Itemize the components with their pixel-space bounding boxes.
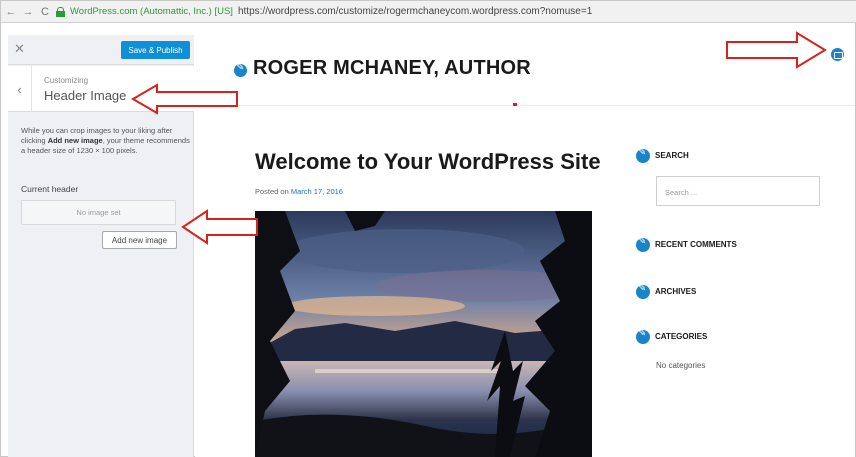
- help-text: While you can crop images to your liking…: [21, 126, 191, 156]
- red-mark: [513, 103, 517, 106]
- section-header: ‹ Customizing Header Image: [8, 66, 194, 112]
- pencil-icon[interactable]: [636, 283, 650, 299]
- lake-sunset-photo: [255, 211, 592, 457]
- url-field[interactable]: https://wordpress.com/customize/rogermch…: [238, 6, 592, 17]
- browser-address-bar: ← → C WordPress.com (Automattic, Inc.) […: [1, 1, 856, 23]
- pencil-icon[interactable]: [636, 236, 650, 252]
- customizer-top-bar: ✕ Save & Publish: [8, 35, 194, 65]
- post-meta: Posted on March 17, 2016: [255, 187, 343, 196]
- search-placeholder: Search ...: [665, 188, 698, 197]
- site-preview: ROGER MCHANEY, AUTHOR Welcome to Your Wo…: [195, 35, 855, 457]
- site-title: ROGER MCHANEY, AUTHOR: [253, 57, 531, 79]
- post-title: Welcome to Your WordPress Site: [255, 149, 601, 174]
- customizer-sidebar: ✕ Save & Publish ‹ Customizing Header Im…: [8, 35, 194, 457]
- sidebar-widgets: SEARCH Search ... RECENT COMMENTS ARCHIV…: [636, 35, 851, 457]
- post-date-link[interactable]: March 17, 2016: [291, 187, 343, 196]
- section-title: Header Image: [44, 88, 127, 103]
- back-arrow-icon[interactable]: ←: [5, 6, 17, 18]
- screenshot-frame: ← → C WordPress.com (Automattic, Inc.) […: [0, 0, 856, 457]
- search-widget-title: SEARCH: [655, 151, 689, 160]
- pencil-icon[interactable]: [636, 328, 650, 344]
- categories-title: CATEGORIES: [655, 332, 708, 341]
- featured-image: [255, 211, 592, 457]
- header-image-placeholder: No image set: [21, 200, 176, 225]
- pencil-icon[interactable]: [234, 62, 247, 77]
- posted-on-label: Posted on: [255, 187, 291, 196]
- forward-arrow-icon[interactable]: →: [22, 6, 34, 18]
- no-categories-text: No categories: [656, 361, 706, 370]
- help-text-bold: Add new image: [47, 136, 103, 145]
- reload-icon[interactable]: C: [39, 6, 51, 18]
- save-publish-button[interactable]: Save & Publish: [121, 41, 190, 59]
- current-header-label: Current header: [21, 184, 79, 194]
- customizing-label: Customizing: [44, 76, 89, 85]
- close-icon[interactable]: ✕: [14, 41, 25, 57]
- secure-site-label: WordPress.com (Automattic, Inc.) [US]: [70, 6, 233, 17]
- search-input[interactable]: Search ...: [656, 176, 820, 206]
- lock-icon: [56, 6, 65, 17]
- archives-title: ARCHIVES: [655, 287, 697, 296]
- pencil-icon[interactable]: [636, 147, 650, 163]
- no-image-text: No image set: [76, 208, 121, 217]
- add-new-image-button[interactable]: Add new image: [102, 231, 177, 249]
- chevron-left-icon[interactable]: ‹: [8, 66, 32, 112]
- recent-comments-title: RECENT COMMENTS: [655, 240, 737, 249]
